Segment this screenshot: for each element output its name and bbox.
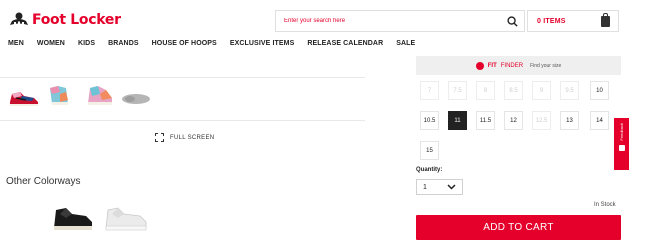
quantity-select[interactable]: 1 [416, 179, 463, 195]
nav-house-of-hoops[interactable]: HOUSE OF HOOPS [152, 40, 217, 47]
fit-finder-button[interactable]: FIT FINDER Find your size [416, 56, 621, 75]
divider [0, 120, 365, 121]
nav-brands[interactable]: BRANDS [108, 40, 139, 47]
nav-sale[interactable]: SALE [396, 40, 415, 47]
nav-kids[interactable]: KIDS [78, 40, 95, 47]
size-option-9: 9 [532, 81, 551, 100]
search-bar [275, 10, 525, 32]
quantity-value: 1 [423, 183, 427, 191]
fullscreen-label: FULL SCREEN [170, 134, 215, 141]
nav-men[interactable]: MEN [8, 40, 24, 47]
size-option-10-5[interactable]: 10.5 [420, 111, 439, 130]
fit-finder-label: FINDER [500, 62, 524, 69]
chevron-down-icon [447, 184, 456, 190]
referee-logo-icon [10, 12, 28, 26]
add-to-cart-button[interactable]: ADD TO CART [416, 215, 621, 240]
nav-exclusive-items[interactable]: EXCLUSIVE ITEMS [230, 40, 295, 47]
shoe-angle-thumbnail[interactable] [84, 84, 116, 106]
fullscreen-button[interactable]: FULL SCREEN [155, 133, 214, 142]
fullscreen-icon [155, 133, 164, 142]
quantity-label: Quantity: [416, 167, 443, 173]
cart-items-count: 0 ITEMS [537, 17, 566, 25]
shoe-back-thumbnail[interactable] [44, 84, 76, 106]
logo-text: Foot Locker [32, 12, 121, 28]
logo[interactable]: Foot Locker [8, 11, 121, 29]
nav-women[interactable]: WOMEN [37, 40, 65, 47]
colorways-title: Other Colorways [6, 176, 81, 187]
size-option-11-5[interactable]: 11.5 [476, 111, 495, 130]
size-option-13[interactable]: 13 [560, 111, 579, 130]
size-option-11[interactable]: 11 [448, 111, 467, 130]
shopping-bag-icon [601, 13, 610, 27]
size-option-9-5: 9.5 [560, 81, 579, 100]
size-option-12[interactable]: 12 [504, 111, 523, 130]
size-option-8-5: 8.5 [504, 81, 523, 100]
fit-finder-subtitle: Find your size [530, 62, 562, 69]
feedback-icon [618, 144, 625, 151]
black-colorway[interactable] [50, 204, 96, 232]
size-option-8: 8 [476, 81, 495, 100]
fit-finder-icon [475, 61, 484, 70]
cart-button[interactable]: 0 ITEMS [527, 10, 619, 32]
size-option-14[interactable]: 14 [590, 111, 609, 130]
divider [0, 77, 365, 78]
size-option-15[interactable]: 15 [420, 141, 439, 160]
main-nav: MEN WOMEN KIDS BRANDS HOUSE OF HOOPS EXC… [8, 40, 415, 47]
size-option-12-5: 12.5 [532, 111, 551, 130]
size-option-7-5: 7.5 [448, 81, 467, 100]
shoe-side-thumbnail[interactable] [8, 86, 40, 108]
size-option-10[interactable]: 10 [590, 81, 609, 100]
search-input[interactable] [276, 11, 500, 31]
fit-finder-label-bold: FIT [487, 62, 497, 69]
nav-release-calendar[interactable]: RELEASE CALENDAR [307, 40, 383, 47]
feedback-tab[interactable]: Feedback [614, 118, 629, 170]
stock-status: In Stock [594, 202, 616, 208]
white-colorway[interactable] [102, 204, 150, 232]
search-icon[interactable] [500, 11, 524, 31]
size-option-7: 7 [420, 81, 439, 100]
shoe-sole-thumbnail[interactable] [120, 88, 152, 110]
feedback-label: Feedback [619, 123, 624, 141]
